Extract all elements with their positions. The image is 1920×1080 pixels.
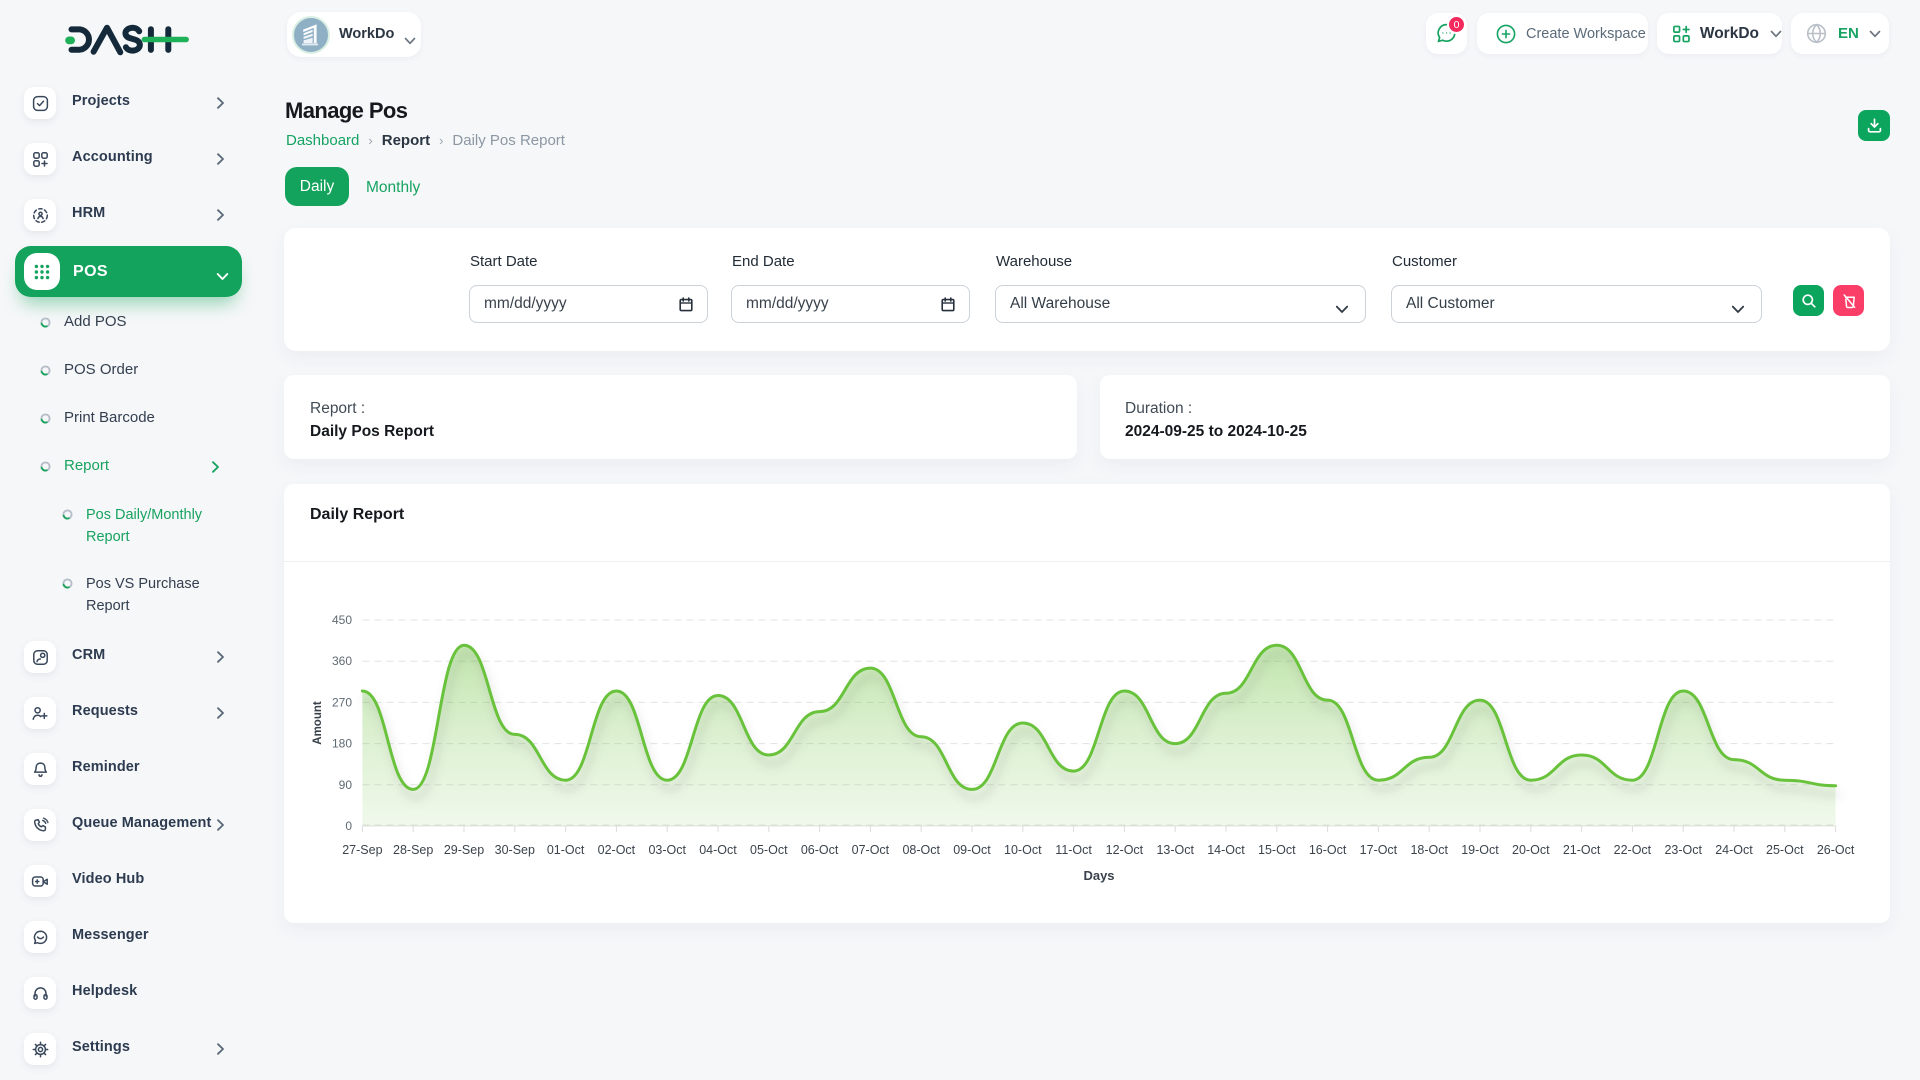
svg-text:18-Oct: 18-Oct <box>1410 843 1448 857</box>
svg-text:05-Oct: 05-Oct <box>750 843 788 857</box>
svg-text:270: 270 <box>332 695 352 709</box>
svg-text:25-Oct: 25-Oct <box>1766 843 1804 857</box>
svg-text:16-Oct: 16-Oct <box>1309 843 1347 857</box>
svg-text:90: 90 <box>339 778 353 792</box>
svg-text:08-Oct: 08-Oct <box>902 843 940 857</box>
svg-text:180: 180 <box>332 737 352 751</box>
svg-text:17-Oct: 17-Oct <box>1360 843 1398 857</box>
svg-text:14-Oct: 14-Oct <box>1207 843 1245 857</box>
svg-text:12-Oct: 12-Oct <box>1106 843 1144 857</box>
svg-text:Days: Days <box>1083 868 1114 883</box>
svg-text:11-Oct: 11-Oct <box>1055 843 1092 857</box>
svg-text:15-Oct: 15-Oct <box>1258 843 1296 857</box>
svg-text:09-Oct: 09-Oct <box>953 843 991 857</box>
svg-text:04-Oct: 04-Oct <box>699 843 737 857</box>
svg-text:30-Sep: 30-Sep <box>495 843 535 857</box>
svg-text:02-Oct: 02-Oct <box>598 843 636 857</box>
svg-text:29-Sep: 29-Sep <box>444 843 484 857</box>
svg-text:450: 450 <box>332 613 352 627</box>
svg-text:03-Oct: 03-Oct <box>648 843 686 857</box>
svg-text:07-Oct: 07-Oct <box>852 843 890 857</box>
svg-text:28-Sep: 28-Sep <box>393 843 433 857</box>
svg-text:01-Oct: 01-Oct <box>547 843 585 857</box>
svg-text:19-Oct: 19-Oct <box>1461 843 1499 857</box>
svg-text:26-Oct: 26-Oct <box>1817 843 1855 857</box>
svg-text:360: 360 <box>332 654 352 668</box>
svg-text:06-Oct: 06-Oct <box>801 843 839 857</box>
svg-text:13-Oct: 13-Oct <box>1156 843 1194 857</box>
svg-text:10-Oct: 10-Oct <box>1004 843 1042 857</box>
svg-text:22-Oct: 22-Oct <box>1614 843 1652 857</box>
svg-text:0: 0 <box>345 819 352 833</box>
svg-text:24-Oct: 24-Oct <box>1715 843 1753 857</box>
svg-text:20-Oct: 20-Oct <box>1512 843 1550 857</box>
svg-text:23-Oct: 23-Oct <box>1664 843 1702 857</box>
svg-text:27-Sep: 27-Sep <box>342 843 382 857</box>
svg-text:21-Oct: 21-Oct <box>1563 843 1601 857</box>
svg-text:Amount: Amount <box>312 701 324 745</box>
